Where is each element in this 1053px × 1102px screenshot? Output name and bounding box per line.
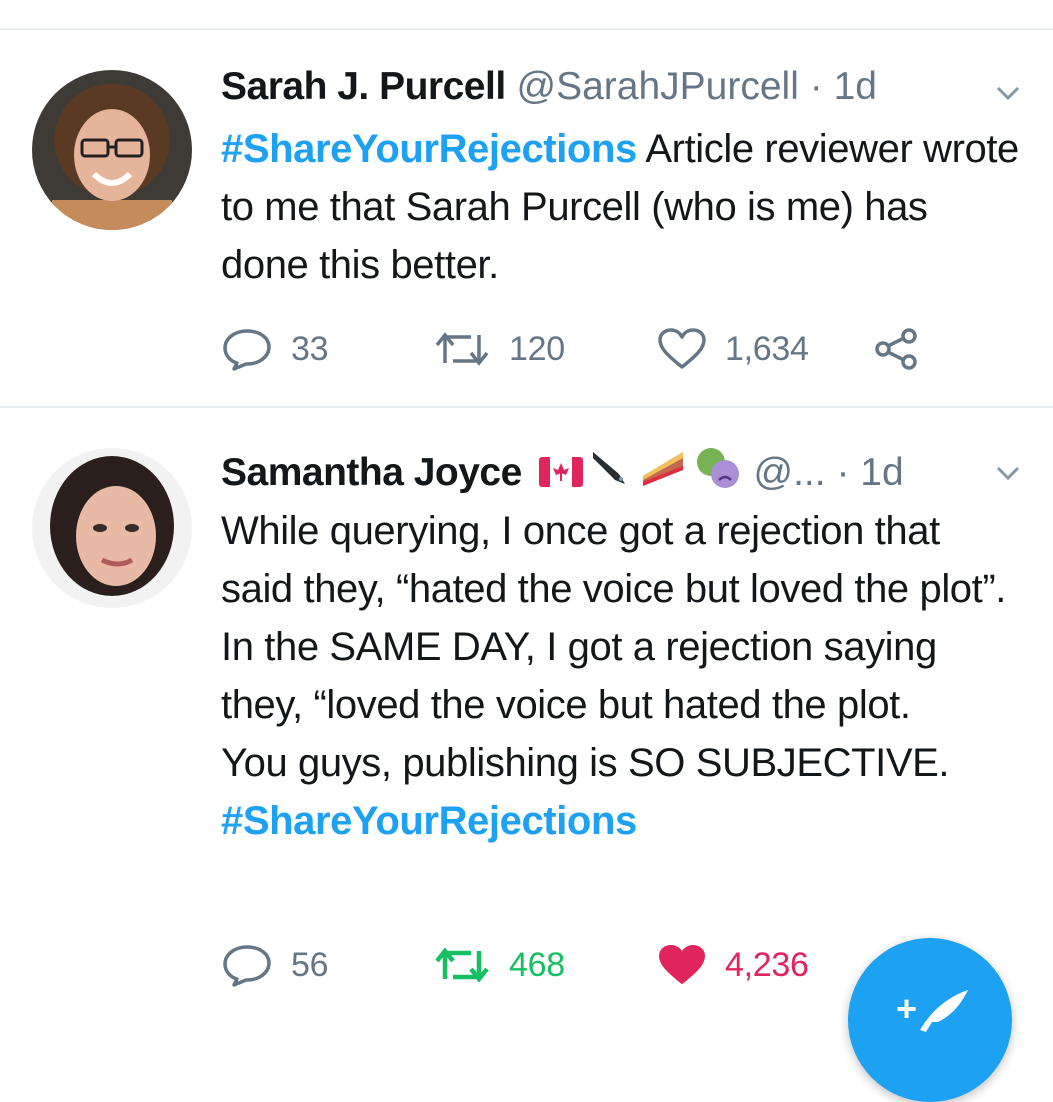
like-count: 4,236: [725, 945, 809, 984]
theater-masks-icon: [693, 446, 743, 503]
tweet[interactable]: Sarah J. Purcell @SarahJPurcell · 1d #Sh…: [0, 30, 1053, 408]
retweet-count: 120: [509, 329, 565, 368]
author-name[interactable]: Samantha Joyce: [221, 451, 522, 494]
heart-icon: [658, 328, 706, 369]
share-button[interactable]: [873, 324, 919, 374]
chevron-down-icon[interactable]: [993, 458, 1023, 488]
avatar[interactable]: [32, 70, 192, 230]
compose-tweet-icon: [920, 990, 968, 1032]
compose-tweet-button[interactable]: +: [848, 938, 1012, 1102]
tweet-actions: 33 120 1,634: [221, 324, 981, 374]
retweet-count: 468: [509, 945, 565, 984]
tweet-text: #ShareYourRejections Article reviewer wr…: [221, 120, 1021, 294]
tweet-header: Samantha Joyce @... · 1d: [221, 446, 1013, 496]
tweet-body: While querying, I once got a rejection t…: [221, 509, 1006, 727]
chevron-down-icon[interactable]: [993, 78, 1023, 108]
author-name[interactable]: Sarah J. Purcell: [221, 65, 506, 108]
retweet-button[interactable]: 120: [433, 324, 565, 374]
tweet[interactable]: Samantha Joyce @... · 1d While querying,…: [0, 408, 1053, 1024]
tweet-text: While querying, I once got a rejection t…: [221, 502, 1021, 850]
author-handle[interactable]: @...: [754, 451, 826, 494]
like-button[interactable]: 1,634: [657, 324, 809, 374]
heart-icon: [659, 945, 705, 984]
reply-count: 56: [291, 945, 329, 984]
retweet-icon: [435, 947, 489, 983]
reply-count: 33: [291, 329, 329, 368]
reply-button[interactable]: 33: [221, 324, 329, 374]
like-count: 1,634: [725, 329, 809, 368]
hashtag-link[interactable]: #ShareYourRejections: [221, 127, 637, 171]
tweet-body-line: You guys, publishing is SO SUBJECTIVE.: [221, 741, 950, 785]
retweet-icon: [435, 332, 489, 366]
timestamp[interactable]: 1d: [834, 65, 877, 108]
canada-flag-icon: [538, 450, 583, 500]
author-handle[interactable]: @SarahJPurcell: [517, 65, 799, 108]
fountain-pen-icon: [589, 448, 633, 501]
avatar[interactable]: [32, 448, 192, 608]
like-button[interactable]: 4,236: [657, 940, 809, 990]
tweet-header: Sarah J. Purcell @SarahJPurcell · 1d: [221, 62, 1013, 112]
share-icon: [875, 328, 917, 370]
reply-icon: [223, 329, 271, 371]
pie-icon: [639, 448, 687, 501]
timestamp[interactable]: 1d: [860, 451, 903, 494]
separator-dot: ·: [809, 65, 823, 108]
retweet-button[interactable]: 468: [433, 940, 565, 990]
reply-icon: [223, 945, 271, 987]
reply-button[interactable]: 56: [221, 940, 329, 990]
separator-dot: ·: [836, 450, 850, 494]
hashtag-link[interactable]: #ShareYourRejections: [221, 799, 637, 843]
